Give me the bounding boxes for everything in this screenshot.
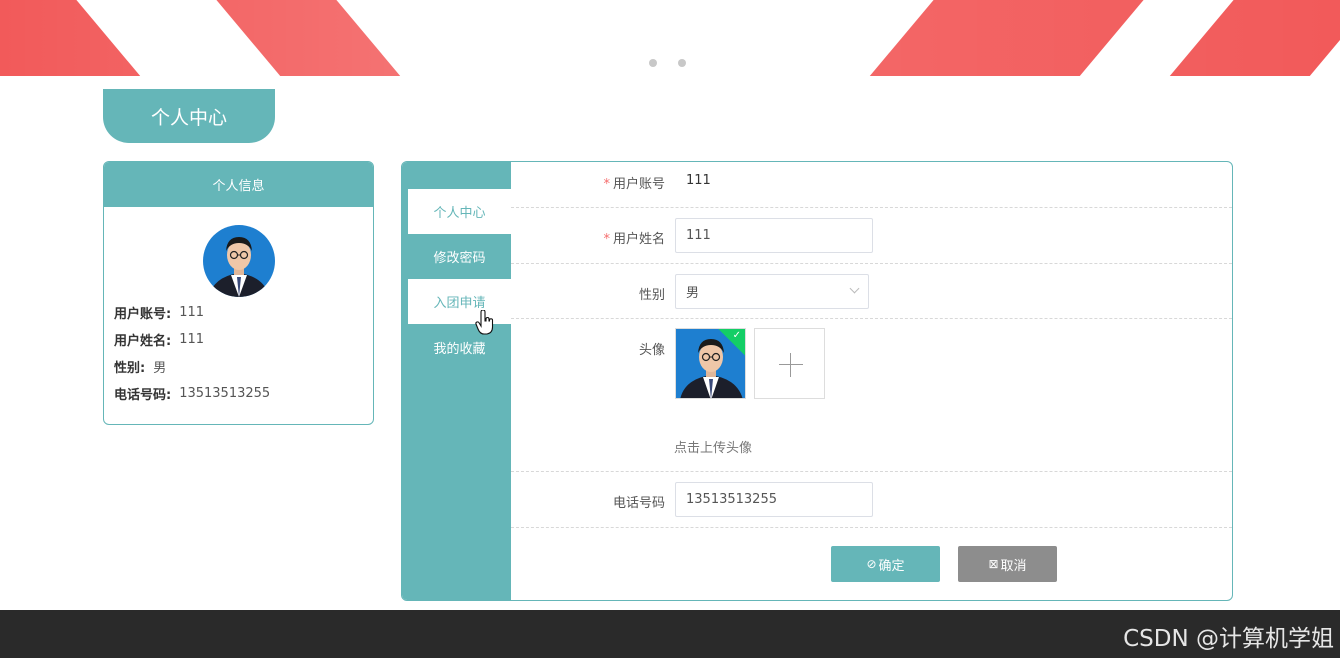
avatar-image bbox=[203, 225, 275, 297]
uploaded-avatar-thumbnail[interactable]: ✓ bbox=[675, 328, 746, 399]
side-nav: 个人中心 修改密码 入团申请 我的收藏 bbox=[402, 162, 511, 600]
page-title: 个人中心 bbox=[103, 89, 275, 143]
form-row-avatar: 头像 bbox=[511, 319, 1232, 472]
info-list: 用户账号: 111 用户姓名: 111 性别: 男 电话号码: 13513513… bbox=[114, 299, 270, 407]
info-label: 性别: bbox=[114, 361, 146, 376]
account-value: 111 bbox=[686, 173, 711, 188]
upload-avatar-button[interactable] bbox=[754, 328, 825, 399]
info-value: 13513513255 bbox=[179, 386, 271, 401]
field-label: * 用户姓名 bbox=[603, 232, 665, 247]
info-row-gender: 性别: 男 bbox=[114, 353, 270, 380]
info-row-phone: 电话号码: 13513513255 bbox=[114, 380, 270, 407]
watermark: CSDN @计算机学姐 bbox=[1123, 626, 1334, 652]
field-label: 电话号码 bbox=[612, 496, 665, 511]
form-row-gender: 性别 男 bbox=[511, 264, 1232, 319]
info-value: 111 bbox=[179, 305, 205, 320]
gender-selected-value: 男 bbox=[686, 286, 700, 301]
carousel-indicators bbox=[649, 59, 686, 67]
hand-pointer-icon bbox=[475, 310, 494, 335]
profile-panel: 个人中心 修改密码 入团申请 我的收藏 * 用户账号 111 * 用户姓名 111 … bbox=[401, 161, 1233, 601]
form-row-phone: 电话号码 13513513255 bbox=[511, 472, 1232, 528]
nav-item-join-application[interactable]: 入团申请 bbox=[408, 279, 511, 324]
avatar bbox=[203, 225, 275, 297]
nav-item-favorites[interactable]: 我的收藏 bbox=[408, 325, 511, 370]
plus-icon bbox=[779, 364, 803, 365]
check-icon: ✓ bbox=[732, 330, 741, 341]
form-row-account: * 用户账号 111 bbox=[511, 162, 1232, 208]
confirm-button[interactable]: ⊘ 确定 bbox=[831, 546, 940, 582]
field-label: * 用户账号 bbox=[603, 177, 665, 192]
carousel-dot[interactable] bbox=[678, 59, 686, 67]
gender-select[interactable]: 男 bbox=[675, 274, 869, 309]
personal-info-card: 个人信息 用户账号: 111 用户姓名: 111 性别: 男 电话号码: 135… bbox=[103, 161, 374, 425]
field-label: 头像 bbox=[638, 343, 665, 358]
profile-form: * 用户账号 111 * 用户姓名 111 性别 男 头像 ✓ 点击上传头像 电… bbox=[511, 162, 1232, 600]
info-card-title: 个人信息 bbox=[104, 162, 373, 207]
info-value: 111 bbox=[179, 332, 205, 347]
cancel-button[interactable]: ⊠ 取消 bbox=[958, 546, 1057, 582]
name-input[interactable]: 111 bbox=[675, 218, 873, 253]
chevron-down-icon bbox=[849, 283, 860, 294]
footer: CSDN @计算机学姐 bbox=[0, 610, 1340, 658]
close-square-icon: ⊠ bbox=[988, 557, 999, 571]
nav-item-change-password[interactable]: 修改密码 bbox=[408, 234, 511, 279]
info-value: 男 bbox=[153, 361, 167, 376]
banner-carousel bbox=[0, 0, 1340, 76]
carousel-dot[interactable] bbox=[649, 59, 657, 67]
info-label: 电话号码: bbox=[114, 388, 172, 403]
phone-input[interactable]: 13513513255 bbox=[675, 482, 873, 517]
info-label: 用户账号: bbox=[114, 307, 172, 322]
info-label: 用户姓名: bbox=[114, 334, 172, 349]
cancel-label: 取消 bbox=[1000, 558, 1027, 574]
info-row-account: 用户账号: 111 bbox=[114, 299, 270, 326]
confirm-label: 确定 bbox=[878, 558, 905, 574]
info-row-name: 用户姓名: 111 bbox=[114, 326, 270, 353]
check-circle-icon: ⊘ bbox=[866, 557, 877, 571]
upload-hint: 点击上传头像 bbox=[674, 441, 753, 456]
field-label: 性别 bbox=[638, 288, 665, 303]
form-row-name: * 用户姓名 111 bbox=[511, 208, 1232, 264]
nav-item-profile[interactable]: 个人中心 bbox=[408, 189, 511, 234]
